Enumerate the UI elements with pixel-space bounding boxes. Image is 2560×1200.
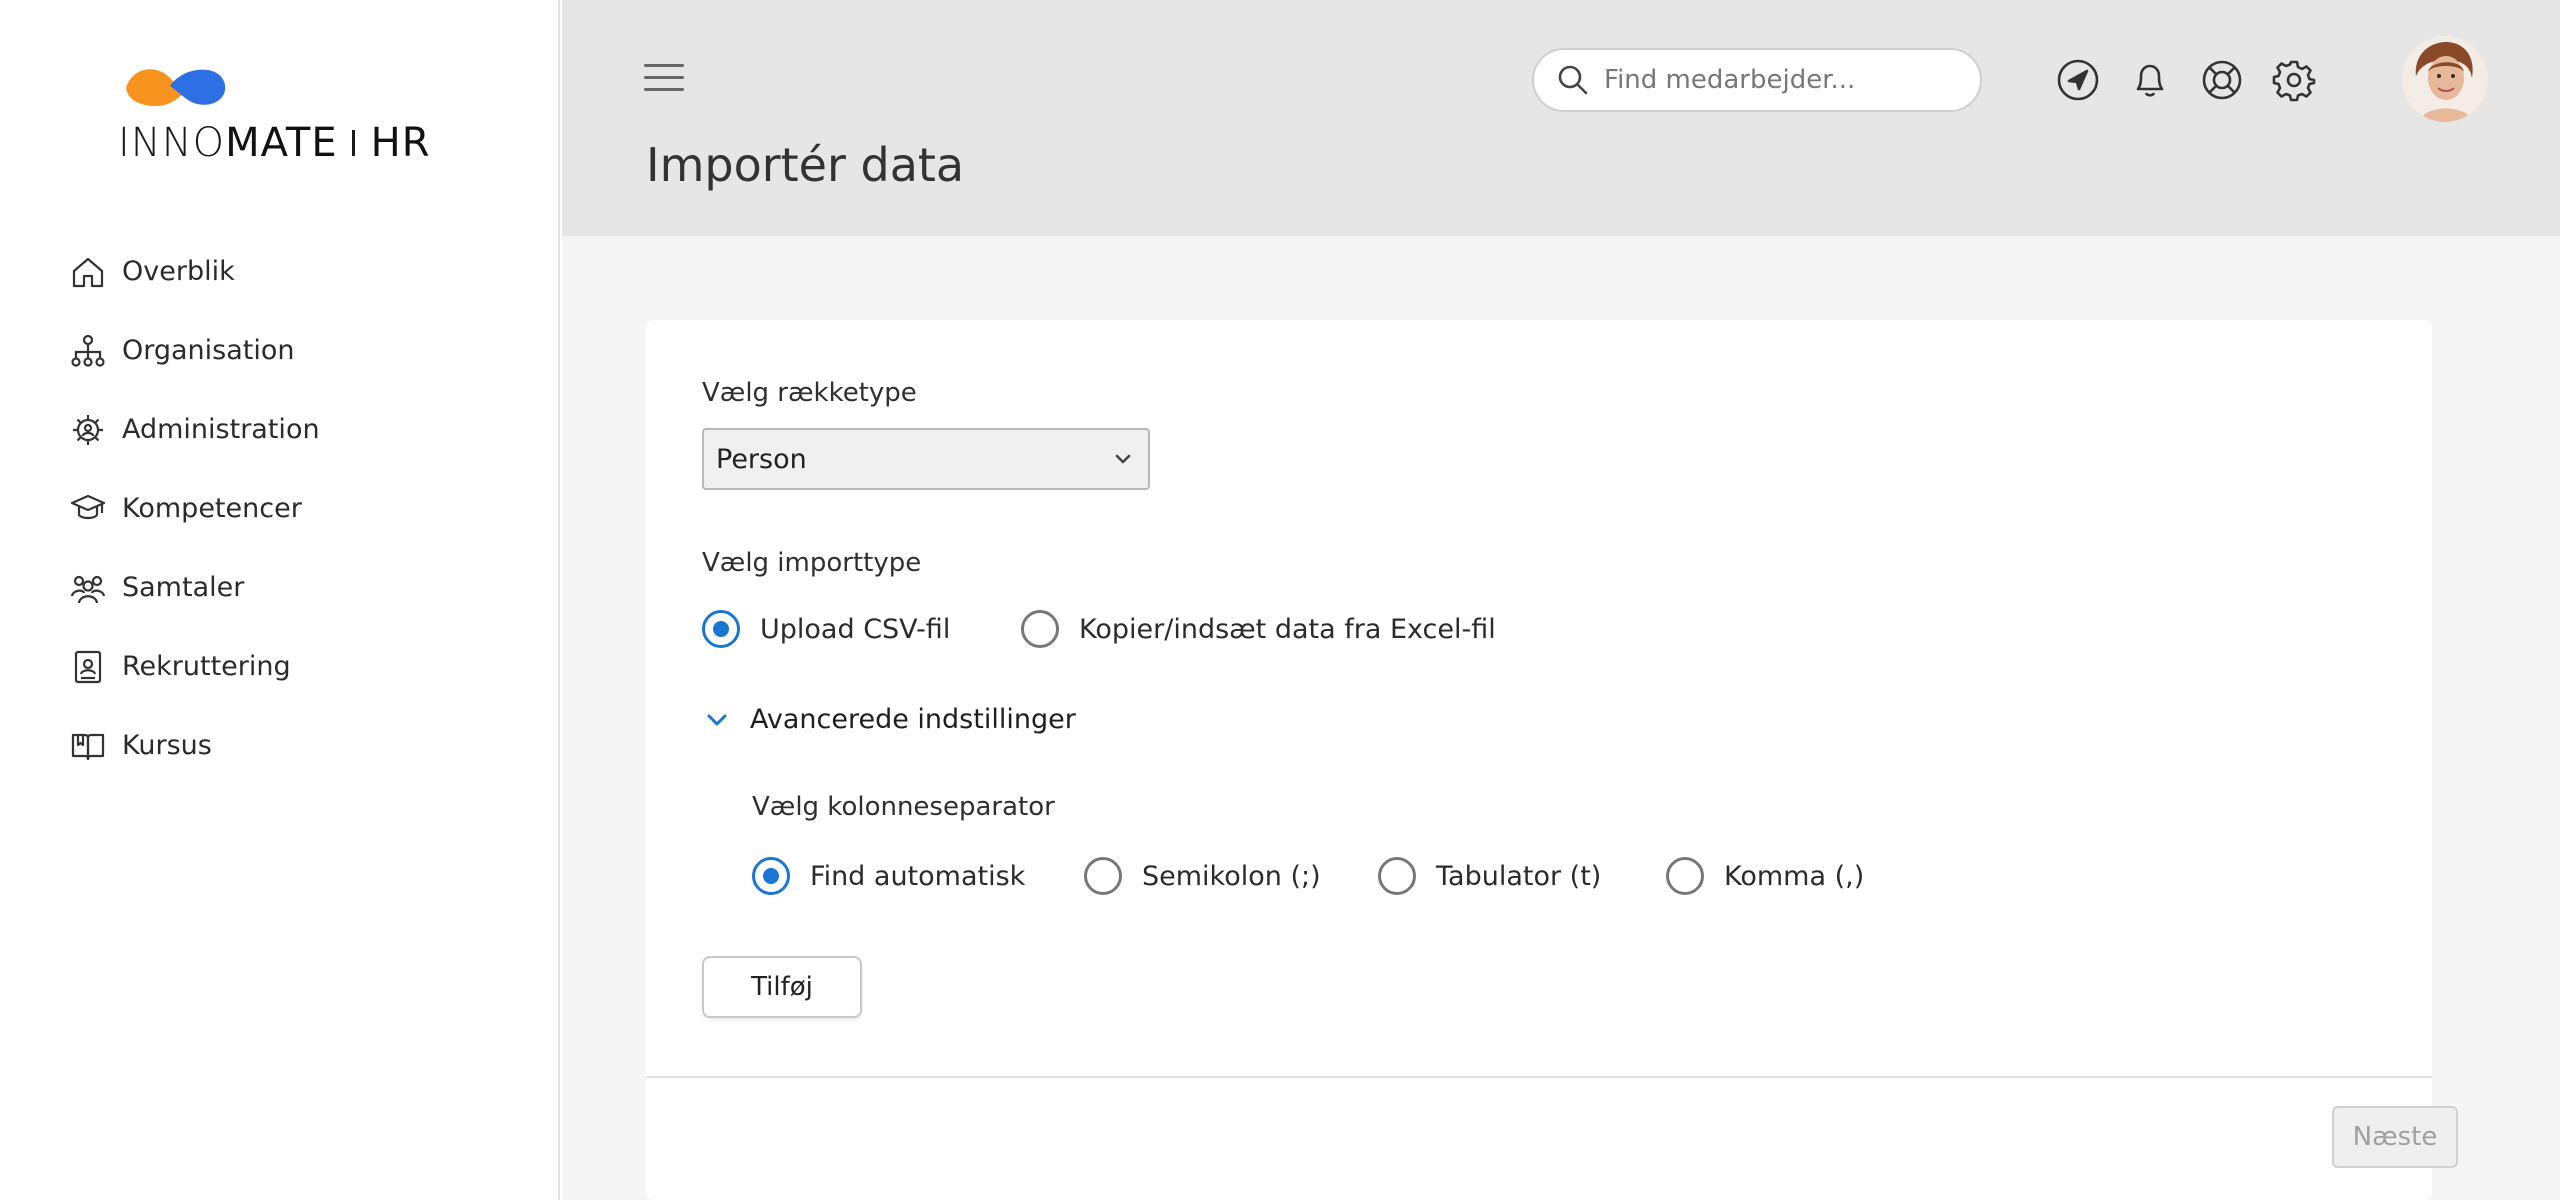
lifebuoy-icon[interactable] <box>2198 56 2246 104</box>
sidebar-item-samtaler[interactable]: Samtaler <box>68 548 508 627</box>
search-input[interactable] <box>1604 65 1944 95</box>
sidebar-item-label: Organisation <box>122 335 295 366</box>
radio-circle[interactable] <box>752 857 790 895</box>
radio-label: Kopier/indsæt data fra Excel-fil <box>1079 613 1496 645</box>
sidebar-item-rekruttering[interactable]: Rekruttering <box>68 627 508 706</box>
sidebar-item-organisation[interactable]: Organisation <box>68 311 508 390</box>
logo-text-mate: MATE <box>225 120 338 166</box>
advanced-settings-label: Avancerede indstillinger <box>750 704 1076 735</box>
people-icon <box>68 568 108 608</box>
radio-label: Komma (,) <box>1724 860 1865 892</box>
radio-circle[interactable] <box>1378 857 1416 895</box>
radio-circle[interactable] <box>702 610 740 648</box>
sidebar-item-label: Rekruttering <box>122 651 291 682</box>
radio-separator-tab[interactable]: Tabulator (t) <box>1378 857 1601 895</box>
sidebar: INNOMATE HR Overblik Organisation Adminis… <box>0 0 560 1200</box>
search-icon <box>1558 65 1588 95</box>
navigation-icon[interactable] <box>2054 56 2102 104</box>
import-type-label: Vælg importtype <box>702 548 922 578</box>
logo-text-hr: HR <box>370 120 431 166</box>
logo-text-inno: INNO <box>118 120 226 166</box>
search-box[interactable] <box>1532 48 1982 112</box>
logo-wordmark: INNOMATE HR <box>118 120 430 166</box>
chevron-down-icon <box>707 714 727 725</box>
row-type-label: Vælg rækketype <box>702 378 917 408</box>
avatar[interactable] <box>2402 36 2488 122</box>
id-card-icon <box>68 647 108 687</box>
sidebar-item-label: Administration <box>122 414 320 445</box>
radio-circle[interactable] <box>1021 610 1059 648</box>
logo[interactable]: INNOMATE HR <box>118 58 448 168</box>
header-icons <box>2054 56 2342 104</box>
bell-icon[interactable] <box>2126 56 2174 104</box>
sidebar-item-kompetencer[interactable]: Kompetencer <box>68 469 508 548</box>
next-button[interactable]: Næste <box>2332 1106 2458 1168</box>
sidebar-item-label: Kursus <box>122 730 212 761</box>
menu-toggle-button[interactable] <box>644 64 684 98</box>
radio-label: Tabulator (t) <box>1436 860 1602 892</box>
home-icon <box>68 252 108 292</box>
add-button[interactable]: Tilføj <box>702 956 862 1018</box>
card-divider <box>646 1076 2432 1078</box>
row-type-select[interactable]: Person <box>702 428 1150 490</box>
graduation-cap-icon <box>68 489 108 529</box>
page-title: Importér data <box>646 138 965 192</box>
org-chart-icon <box>68 331 108 371</box>
radio-upload-csv[interactable]: Upload CSV-fil <box>702 610 950 648</box>
radio-circle[interactable] <box>1084 857 1122 895</box>
chevron-down-icon <box>1115 454 1131 464</box>
import-card: Vælg rækketype Person Vælg importtype Up… <box>646 320 2458 1200</box>
sidebar-item-label: Overblik <box>122 256 235 287</box>
main-area: Importér data Find medarbejder... Vælg r… <box>562 0 2560 1200</box>
advanced-settings-toggle[interactable]: Avancerede indstillinger <box>702 704 1076 735</box>
sidebar-item-kursus[interactable]: Kursus <box>68 706 508 785</box>
sidebar-nav: Overblik Organisation Administration Kom… <box>68 232 508 785</box>
book-icon <box>68 726 108 766</box>
settings-icon[interactable] <box>2270 56 2318 104</box>
radio-separator-comma[interactable]: Komma (,) <box>1666 857 1864 895</box>
separator-label: Vælg kolonneseparator <box>752 792 1055 822</box>
row-type-value: Person <box>716 443 807 475</box>
user-avatar-icon <box>2402 36 2488 122</box>
radio-separator-semicolon[interactable]: Semikolon (;) <box>1084 857 1321 895</box>
sidebar-item-overblik[interactable]: Overblik <box>68 232 508 311</box>
radio-label: Find automatisk <box>810 860 1026 892</box>
sidebar-item-administration[interactable]: Administration <box>68 390 508 469</box>
sidebar-item-label: Kompetencer <box>122 493 302 524</box>
logo-mark-icon <box>126 69 226 106</box>
radio-label: Semikolon (;) <box>1142 860 1321 892</box>
gear-user-icon <box>68 410 108 450</box>
radio-label: Upload CSV-fil <box>760 613 951 645</box>
radio-paste-excel[interactable]: Kopier/indsæt data fra Excel-fil <box>1021 610 1496 648</box>
radio-separator-auto[interactable]: Find automatisk <box>752 857 1025 895</box>
page-header: Importér data <box>562 0 2560 236</box>
sidebar-item-label: Samtaler <box>122 572 245 603</box>
radio-circle[interactable] <box>1666 857 1704 895</box>
